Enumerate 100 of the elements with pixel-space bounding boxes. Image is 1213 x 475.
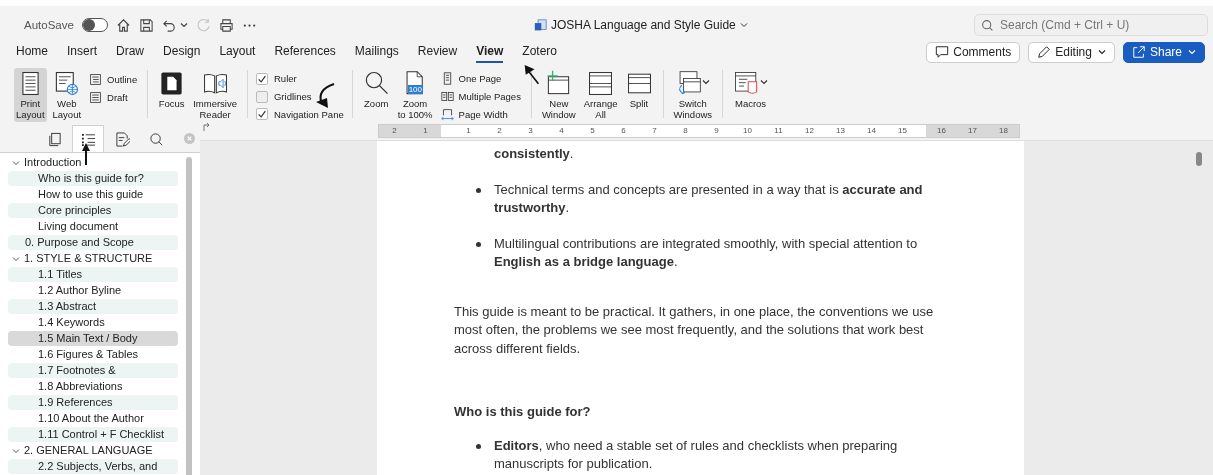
list-item-text: consistently. — [494, 145, 575, 163]
ribbon-button[interactable]: Outline — [87, 71, 140, 87]
caret-icon[interactable] — [179, 21, 188, 29]
ribbon-button[interactable]: Zoom — [360, 68, 392, 122]
outline-item[interactable]: 1.1 Titles — [8, 267, 178, 282]
ribbon-tab[interactable]: References — [274, 41, 336, 63]
ribbon-button[interactable]: One Page — [438, 71, 523, 87]
paragraph: This guide is meant to be practical. It gathers, in one place, the conventions we use most often, the problems we see most frequently, and the solutions that work best across different fields. — [454, 302, 935, 358]
share-icon — [1131, 45, 1146, 59]
checkbox[interactable] — [256, 90, 268, 103]
ruler-number: 6 — [620, 125, 627, 137]
outline-item[interactable]: 1.4 Keywords — [8, 315, 178, 330]
checkbox-option[interactable]: Ruler — [256, 71, 344, 87]
outline-item[interactable]: 1.10 About the Author — [8, 411, 178, 426]
checkbox-option[interactable]: Navigation Pane — [256, 106, 344, 122]
ribbon-button[interactable]: Draft — [87, 89, 140, 105]
search-icon — [148, 131, 164, 147]
home-icon[interactable] — [115, 17, 131, 33]
scrollbar[interactable] — [1196, 152, 1202, 166]
ruler[interactable]: 2 1 1 2 3 4 5 6 7 8 9 10 11 12 13 14 15 16 17 18 — [378, 124, 1020, 138]
pages-icon — [440, 90, 454, 103]
ribbon-button[interactable]: Macros — [731, 68, 771, 122]
ruler-number: 16 — [936, 125, 947, 137]
outline-item[interactable]: 1.9 References — [8, 395, 178, 410]
ruler-number: 18 — [998, 125, 1009, 137]
ribbon-tab[interactable]: Home — [16, 41, 48, 63]
draft-icon — [89, 90, 103, 104]
caret-icon — [1097, 48, 1106, 56]
outline-item[interactable]: 2.2 Subjects, Verbs, and — [8, 459, 178, 474]
outline-item[interactable]: How to use this guide — [8, 187, 178, 202]
search-icon — [981, 19, 994, 32]
outline-item[interactable]: 1. STYLE & STRUCTURE — [8, 251, 178, 266]
windows-icon — [587, 70, 615, 97]
print-icon[interactable] — [218, 17, 234, 33]
chevron-icon[interactable] — [12, 446, 20, 455]
ribbon-button[interactable]: Focus — [156, 68, 188, 122]
checkbox[interactable] — [256, 108, 268, 121]
outline-item[interactable]: 1.8 Abbreviations — [8, 379, 178, 394]
search-field[interactable]: Search (Cmd + Ctrl + U) — [974, 14, 1208, 36]
autosave-toggle[interactable] — [81, 18, 108, 32]
outline-icon — [89, 72, 103, 86]
ribbon-tab[interactable]: Mailings — [354, 41, 399, 63]
headings-tab[interactable] — [72, 125, 104, 152]
ruler-number: 12 — [804, 125, 815, 137]
outline-item[interactable]: 1.3 Abstract — [8, 299, 178, 314]
ruler-number: 14 — [866, 125, 877, 137]
ruler-number: 9 — [713, 125, 720, 137]
web-page-icon — [53, 70, 81, 97]
ribbon-button[interactable]: Multiple Pages — [438, 88, 523, 105]
checkbox-option[interactable]: Gridlines — [256, 88, 344, 105]
ribbon-button[interactable]: 100 Zoom to 100% — [395, 68, 435, 122]
outline-item[interactable]: 0. Purpose and Scope — [8, 235, 178, 250]
ribbon-button[interactable]: New Window — [539, 68, 578, 122]
ruler-number: 17 — [967, 125, 978, 137]
chevron-icon[interactable] — [12, 158, 20, 167]
outline-item[interactable]: 1.5 Main Text / Body — [8, 331, 178, 346]
outline-item[interactable]: 1.6 Figures & Tables — [8, 347, 178, 362]
ribbon-button[interactable]: Immersive Reader — [191, 68, 239, 122]
outline-item[interactable]: Who is this guide for? — [8, 171, 178, 186]
outline-item[interactable]: 1.7 Footnotes & — [8, 363, 178, 378]
ribbon-button[interactable]: Arrange All — [581, 68, 620, 122]
pencil-icon — [1037, 45, 1052, 59]
bullet-icon — [476, 241, 481, 247]
zoom-badge: 100 — [407, 85, 423, 94]
ribbon-tab[interactable]: Review — [417, 41, 458, 63]
ribbon-tab[interactable]: Layout — [219, 41, 256, 63]
annotation-arrow — [82, 143, 90, 165]
share-button[interactable]: Share — [1122, 41, 1205, 63]
ruler-number: 13 — [835, 125, 846, 137]
ribbon-tab[interactable]: View — [476, 41, 504, 63]
ribbon-tab[interactable]: Draw — [116, 41, 145, 63]
save-icon[interactable] — [138, 17, 154, 33]
chevron-icon[interactable] — [12, 254, 20, 263]
list-icon — [80, 131, 96, 147]
ribbon-button[interactable]: Split — [623, 68, 655, 122]
scrollbar[interactable] — [186, 157, 192, 475]
outline-item[interactable]: Introduction — [8, 155, 178, 170]
speech-bubble-icon — [935, 45, 950, 59]
section-heading: Who is this guide for? — [454, 403, 592, 421]
ribbon-button[interactable]: Switch Windows — [671, 68, 715, 122]
chevron-icon[interactable] — [739, 21, 748, 29]
ribbon-tab[interactable]: Insert — [67, 41, 98, 63]
ribbon-tab[interactable]: Design — [163, 41, 201, 63]
outline-item[interactable]: 1.2 Author Byline — [8, 283, 178, 298]
outline-item[interactable]: 2. GENERAL LANGUAGE — [8, 443, 178, 458]
ribbon-button[interactable]: Print Layout — [14, 68, 47, 122]
checkbox[interactable] — [256, 72, 268, 85]
outline-item[interactable]: Core principles — [8, 203, 178, 218]
ruler-number: 3 — [527, 125, 534, 137]
document-title[interactable]: JOSHA Language and Style Guide — [551, 18, 736, 32]
ruler-number: 15 — [897, 125, 908, 137]
outline-item[interactable]: Living document — [8, 219, 178, 234]
ribbon-button[interactable]: Page Width — [438, 106, 523, 122]
comments-button[interactable]: Comments — [926, 41, 1021, 63]
outline-item[interactable]: 1.11 Control + F Checklist — [8, 427, 178, 442]
ribbon-button[interactable]: Web Layout — [50, 68, 84, 122]
ribbon-tab[interactable]: Zotero — [522, 41, 557, 63]
editing-button[interactable]: Editing — [1028, 41, 1115, 63]
ruler-number: 4 — [558, 125, 565, 137]
tab-stop-icon[interactable] — [202, 123, 210, 131]
